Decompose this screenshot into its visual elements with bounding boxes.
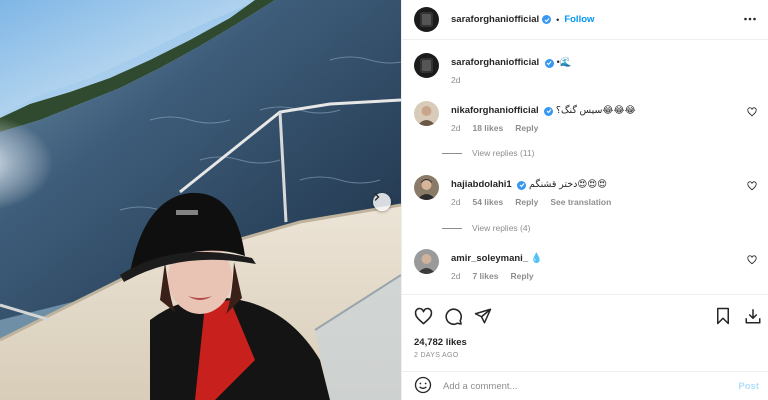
post-date: 2 DAYS AGO <box>414 352 459 359</box>
verified-badge-icon <box>542 15 552 24</box>
comment-likes[interactable]: 7 likes <box>472 271 498 281</box>
comment-composer: Post <box>402 371 768 400</box>
comment-text: دختر قشنگم😍😍😍 <box>529 179 608 190</box>
comment-item: nikaforghaniofficial سیس گنگ؟😂😂😂 2d 18 l… <box>414 101 757 133</box>
comment-avatar-image <box>417 106 436 126</box>
caption-avatar[interactable] <box>414 53 439 78</box>
view-replies-line <box>442 152 462 154</box>
post-photo[interactable] <box>0 0 401 400</box>
view-replies-label: View replies (11) <box>472 148 535 158</box>
reply-button[interactable]: Reply <box>510 271 533 281</box>
view-replies-line <box>442 227 462 229</box>
reply-button[interactable]: Reply <box>515 197 538 207</box>
comment-time: 2d <box>451 197 461 207</box>
comment-avatar[interactable] <box>414 249 439 274</box>
like-heart-icon[interactable] <box>412 305 434 327</box>
comment-time: 2d <box>451 271 461 281</box>
more-options-icon[interactable] <box>743 12 757 28</box>
verified-badge-icon <box>517 180 527 190</box>
comment-like-heart-icon[interactable] <box>747 107 757 119</box>
post-comment-button[interactable]: Post <box>738 381 759 392</box>
comment-likes[interactable]: 18 likes <box>472 123 503 133</box>
view-replies-label: View replies (4) <box>472 223 531 233</box>
comment-username[interactable]: nikaforghaniofficial <box>451 105 539 116</box>
verified-badge-icon <box>544 58 554 68</box>
comment-avatar-image <box>417 179 436 200</box>
caption: saraforghaniofficial •🌊 2d <box>414 53 757 85</box>
view-replies-button[interactable]: View replies (4) <box>442 223 530 233</box>
comment-item: amir_soleymani_ 💧 2d 7 likes Reply <box>414 249 757 281</box>
verified-badge-icon <box>544 106 554 116</box>
comment-likes[interactable]: 54 likes <box>472 197 503 207</box>
comments-list: saraforghaniofficial •🌊 2d nikaforghanio… <box>402 41 768 293</box>
post-sidebar: saraforghaniofficial • Follow saraforgha… <box>401 0 768 400</box>
reply-button[interactable]: Reply <box>515 123 538 133</box>
view-replies-button[interactable]: View replies (11) <box>442 148 535 158</box>
share-paper-plane-icon[interactable] <box>472 305 494 327</box>
author-avatar-image <box>420 12 433 27</box>
caption-text: •🌊 <box>556 57 572 68</box>
save-bookmark-icon[interactable] <box>712 305 734 327</box>
comment-time: 2d <box>451 123 461 133</box>
comment-username[interactable]: amir_soleymani_ <box>451 253 528 264</box>
header-separator: • <box>556 14 560 25</box>
add-comment-input[interactable] <box>443 380 713 392</box>
comment-avatar[interactable] <box>414 101 439 126</box>
see-translation-button[interactable]: See translation <box>550 197 611 207</box>
chevron-right-icon <box>374 193 380 201</box>
comment-username[interactable]: hajiabdolahi1 <box>451 179 512 190</box>
next-photo-button[interactable] <box>373 193 391 211</box>
caption-time: 2d <box>451 75 461 85</box>
comment-avatar-image <box>417 254 436 274</box>
caption-username[interactable]: saraforghaniofficial <box>451 57 539 68</box>
comment-avatar[interactable] <box>414 175 439 200</box>
emoji-smiley-icon[interactable] <box>414 376 432 396</box>
comment-item: hajiabdolahi1 دختر قشنگم😍😍😍 2d 54 likes … <box>414 175 757 207</box>
likes-count[interactable]: 24,782 likes <box>414 337 467 348</box>
author-username[interactable]: saraforghaniofficial <box>451 14 539 25</box>
post-actions: 24,782 likes 2 DAYS AGO <box>402 294 768 359</box>
comment-like-heart-icon[interactable] <box>747 181 757 193</box>
comment-bubble-icon[interactable] <box>442 305 464 327</box>
selfie-on-boat-image <box>0 0 401 400</box>
post-header: saraforghaniofficial • Follow <box>402 0 768 40</box>
follow-button[interactable]: Follow <box>564 14 594 25</box>
instagram-post: saraforghaniofficial • Follow saraforgha… <box>0 0 768 400</box>
comment-text: 💧 <box>530 253 543 264</box>
download-icon[interactable] <box>742 305 764 327</box>
comment-like-heart-icon[interactable] <box>747 255 757 267</box>
comment-text: سیس گنگ؟😂😂😂 <box>555 105 636 116</box>
caption-avatar-image <box>420 58 433 73</box>
author-avatar[interactable] <box>414 7 439 32</box>
